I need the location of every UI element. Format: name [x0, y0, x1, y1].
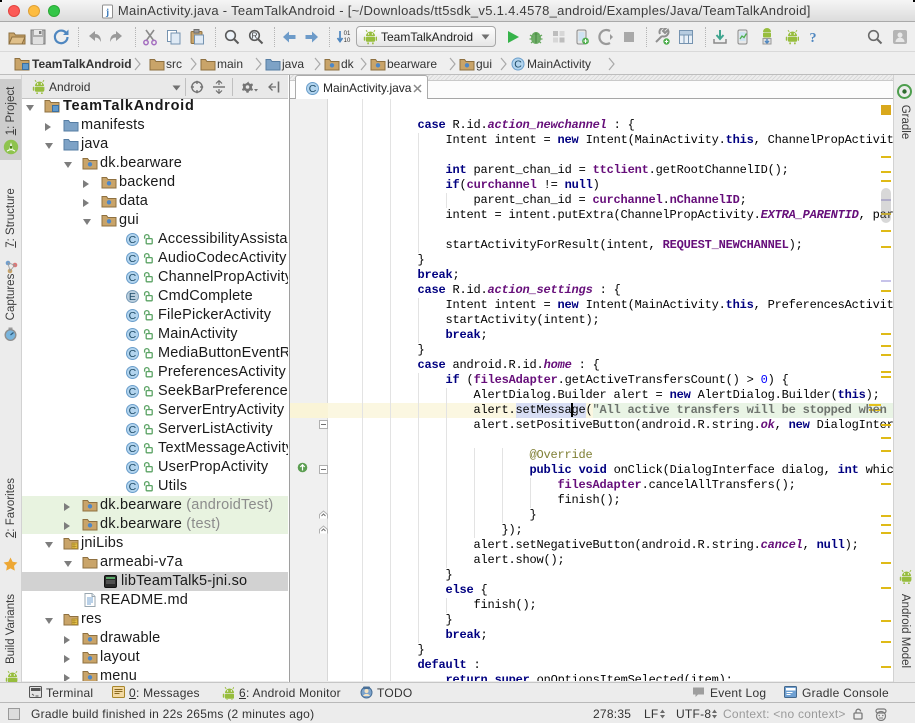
svg-text:10: 10 [344, 38, 351, 44]
svg-text:C: C [514, 59, 522, 71]
svg-text:j: j [105, 7, 109, 17]
svg-text:?: ? [810, 31, 817, 46]
svg-text:R: R [252, 32, 258, 41]
svg-text:C: C [129, 234, 137, 246]
svg-text:C: C [129, 481, 137, 493]
svg-text:C: C [129, 424, 137, 436]
svg-text:C: C [129, 405, 137, 417]
svg-text:C: C [129, 253, 137, 265]
svg-text:C: C [129, 462, 137, 474]
svg-text:C: C [129, 386, 137, 398]
svg-text:01: 01 [344, 31, 351, 37]
svg-text:C: C [129, 348, 137, 360]
svg-text:C: C [129, 443, 137, 455]
svg-text:C: C [129, 329, 137, 341]
svg-text:C: C [129, 367, 137, 379]
svg-text:C: C [129, 310, 137, 322]
svg-text:E: E [129, 291, 136, 303]
svg-text:C: C [309, 83, 317, 95]
svg-text:C: C [129, 272, 137, 284]
